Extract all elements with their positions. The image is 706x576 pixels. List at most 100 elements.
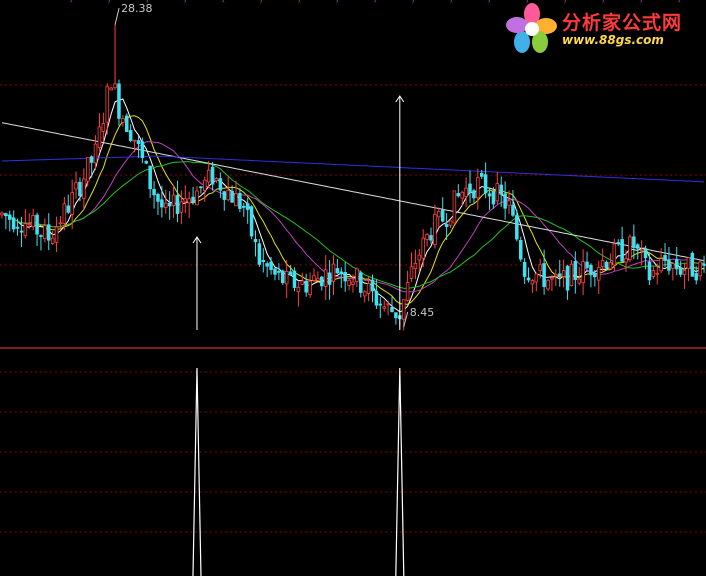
- signal-spike: [192, 367, 202, 576]
- candle-body: [136, 140, 141, 145]
- candle-body: [359, 272, 363, 293]
- candle-body: [405, 282, 410, 301]
- candle-body: [659, 258, 663, 272]
- candle-body: [620, 239, 624, 262]
- candle-body: [538, 264, 542, 272]
- candle-body: [421, 237, 425, 259]
- candle-body: [175, 195, 180, 214]
- candle-body: [608, 262, 613, 270]
- candle-body: [417, 254, 422, 261]
- candle-body: [19, 230, 24, 233]
- top-tick-marker: ᵡ: [222, 0, 225, 6]
- candle-body: [323, 269, 328, 287]
- candle-body: [632, 236, 636, 248]
- top-tick-marker: ᵡ: [184, 0, 187, 6]
- candle-body: [148, 165, 152, 190]
- candle-body: [515, 215, 519, 240]
- candle-body: [433, 213, 437, 245]
- candle-body: [62, 203, 67, 224]
- candle-body: [234, 193, 238, 207]
- candle-body: [593, 272, 597, 278]
- candle-body: [401, 299, 406, 320]
- candle-body: [101, 123, 106, 132]
- candle-body: [85, 157, 90, 182]
- candle-body: [472, 190, 476, 199]
- candle-body: [612, 243, 617, 266]
- candle-body: [160, 199, 164, 208]
- candlesticks: [0, 24, 706, 331]
- candle-body: [581, 261, 585, 284]
- candle-body: [444, 224, 449, 228]
- candle-body: [643, 248, 648, 259]
- candle-body: [569, 263, 574, 287]
- candle-body: [199, 186, 203, 189]
- candle-body: [15, 226, 20, 229]
- candle-body: [390, 307, 394, 312]
- candle-body: [429, 235, 433, 241]
- candle-body: [218, 178, 223, 191]
- candle-body: [238, 192, 242, 209]
- candle-body: [288, 271, 293, 276]
- candle-body: [507, 200, 511, 206]
- top-tick-marker: ᵡ: [298, 0, 301, 6]
- candle-body: [187, 198, 191, 204]
- candle-body: [698, 261, 702, 277]
- candle-body: [518, 240, 523, 260]
- candle-body: [343, 272, 347, 282]
- top-tick-marker: ᵡ: [488, 0, 491, 6]
- candle-body: [70, 192, 74, 215]
- candle-body: [7, 214, 12, 220]
- top-tick-marker: ᵡ: [108, 0, 111, 6]
- candle-body: [589, 264, 593, 276]
- high-price-label: 28.38: [121, 2, 153, 15]
- candle-body: [468, 183, 472, 193]
- top-tick-marker: ᵡ: [450, 0, 453, 6]
- watermark-url: www.88gs.com: [562, 33, 664, 47]
- candle-body: [491, 191, 496, 205]
- stock-chart: ᵡᵡᵡᵡᵡᵡᵡᵡᵡᵡᵡᵡᵡᵡᵡᵡᵡ 28.388.45: [0, 0, 706, 576]
- candle-body: [191, 196, 195, 203]
- candle-body: [647, 261, 652, 281]
- candle-body: [121, 118, 125, 123]
- candle-body: [46, 224, 51, 241]
- candle-body: [312, 275, 316, 281]
- top-tick-marker: ᵡ: [336, 0, 339, 6]
- candle-body: [452, 190, 457, 224]
- candle-body: [635, 244, 640, 249]
- candle-body: [674, 259, 679, 270]
- candle-body: [667, 259, 671, 271]
- candle-body: [66, 205, 71, 213]
- candle-body: [331, 263, 336, 282]
- candle-body: [183, 198, 188, 203]
- candle-body: [425, 234, 429, 240]
- candle-body: [386, 303, 390, 306]
- candle-body: [366, 283, 371, 294]
- ma-120-line: [1, 155, 705, 183]
- candle-body: [624, 258, 628, 263]
- candle-body: [378, 303, 383, 306]
- candle-body: [179, 201, 184, 213]
- candle-body: [585, 261, 589, 268]
- candle-body: [125, 115, 129, 132]
- ma-60-line: [1, 122, 705, 262]
- candle-body: [226, 189, 230, 201]
- candle-body: [265, 263, 269, 267]
- candle-body: [11, 217, 16, 230]
- candle-body: [320, 276, 324, 287]
- candle-body: [206, 169, 211, 183]
- candle-body: [292, 270, 297, 288]
- candle-body: [93, 143, 98, 164]
- candle-body: [437, 210, 441, 218]
- candle-body: [261, 259, 266, 262]
- candle-body: [4, 213, 8, 217]
- candle-body: [284, 270, 289, 285]
- candle-body: [164, 202, 168, 208]
- candle-body: [105, 86, 110, 123]
- candle-body: [374, 290, 379, 306]
- candle-body: [156, 194, 160, 202]
- grid-lines: ᵡᵡᵡᵡᵡᵡᵡᵡᵡᵡᵡᵡᵡᵡᵡᵡᵡ: [0, 0, 706, 533]
- candle-body: [249, 206, 254, 237]
- candle-body: [565, 265, 570, 291]
- top-tick-marker: ᵡ: [260, 0, 263, 6]
- candle-body: [690, 252, 695, 277]
